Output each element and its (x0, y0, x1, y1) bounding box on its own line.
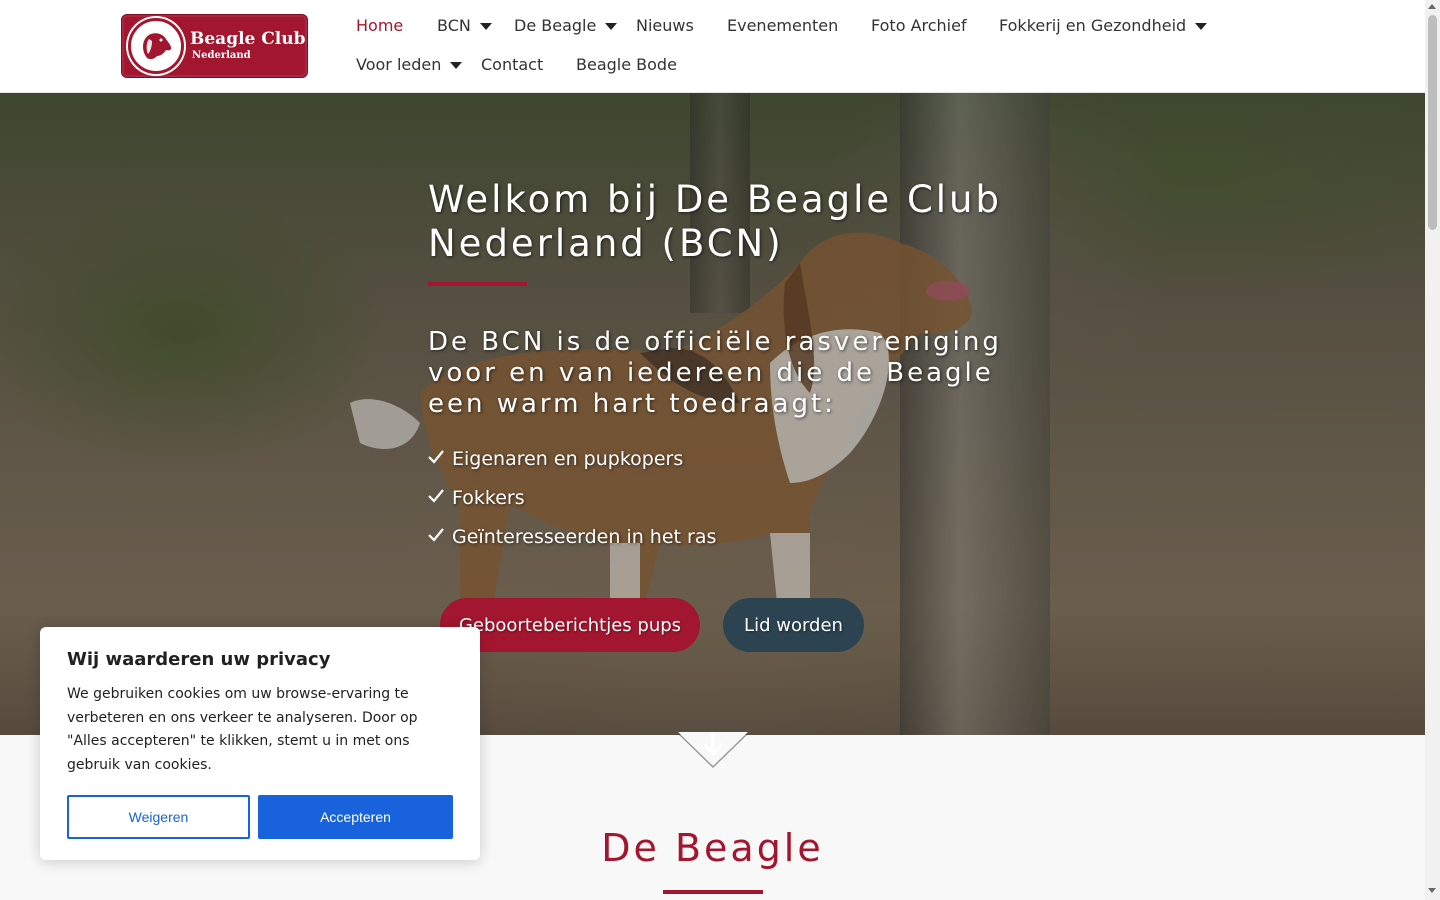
check-icon (428, 450, 444, 464)
chevron-down-icon (450, 62, 463, 69)
chevron-down-icon (1195, 23, 1208, 30)
hero-list: Eigenaren en pupkopers Fokkers Geïnteres… (428, 448, 716, 565)
page-scrollbar[interactable] (1425, 0, 1440, 900)
nav-de-beagle[interactable]: De Beagle (514, 16, 618, 35)
check-icon (428, 489, 444, 503)
nav-label: Evenementen (727, 16, 839, 35)
list-item: Fokkers (428, 487, 716, 526)
nav-label: Contact (481, 55, 544, 74)
nav-label: Fokkerij en Gezondheid (999, 16, 1187, 35)
check-icon (428, 528, 444, 542)
list-item: Eigenaren en pupkopers (428, 448, 716, 487)
scrollbar-thumb[interactable] (1428, 15, 1437, 230)
nav-label: Beagle Bode (576, 55, 677, 74)
nav-label: Nieuws (636, 16, 694, 35)
nav-bcn[interactable]: BCN (437, 16, 492, 35)
nav-label: Home (356, 16, 404, 35)
hero-title: Welkom bij De Beagle Club Nederland (BCN… (428, 178, 1002, 265)
cookie-consent-dialog: Wij waarderen uw privacy We gebruiken co… (40, 627, 480, 860)
nav-home[interactable]: Home (356, 16, 403, 35)
nav-label: Voor leden (356, 55, 442, 74)
arrow-down-icon[interactable] (678, 718, 748, 770)
cookie-accept-button[interactable]: Accepteren (258, 795, 453, 839)
nav-label: De Beagle (514, 16, 597, 35)
site-logo[interactable]: Beagle Club Nederland (121, 14, 308, 78)
cookie-text: We gebruiken cookies om uw browse-ervari… (67, 686, 418, 773)
list-item-label: Eigenaren en pupkopers (452, 448, 684, 470)
list-item-label: Fokkers (452, 487, 525, 509)
chevron-down-icon (479, 23, 492, 30)
nav-foto-archief[interactable]: Foto Archief (871, 16, 967, 35)
nav-beagle-bode[interactable]: Beagle Bode (576, 55, 677, 74)
scroll-down-icon[interactable] (1428, 888, 1436, 893)
nav-fokkerij[interactable]: Fokkerij en Gezondheid (999, 16, 1208, 35)
hero-subtitle: De BCN is de officiële rasvereniging voo… (428, 327, 1002, 419)
cookie-title: Wij waarderen uw privacy (67, 649, 331, 670)
scroll-up-icon[interactable] (1428, 4, 1436, 9)
nav-evenementen[interactable]: Evenementen (727, 16, 838, 35)
list-item-label: Geïnteresseerden in het ras (452, 526, 717, 548)
list-item: Geïnteresseerden in het ras (428, 526, 716, 565)
become-member-button[interactable]: Lid worden (723, 598, 864, 652)
nav-nieuws[interactable]: Nieuws (636, 16, 694, 35)
nav-label: Foto Archief (871, 16, 967, 35)
logo-title: Beagle Club (190, 29, 306, 49)
nav-voor-leden[interactable]: Voor leden (356, 55, 463, 74)
chevron-down-icon (605, 23, 618, 30)
nav-label: BCN (437, 16, 471, 35)
logo-text: Beagle Club Nederland (190, 31, 306, 61)
nav-contact[interactable]: Contact (481, 55, 543, 74)
section-title-underline (663, 890, 763, 894)
site-header: Beagle Club Nederland Home BCN De Beagle… (0, 0, 1425, 93)
beagle-logo-icon (128, 18, 184, 74)
logo-subtitle: Nederland (192, 50, 251, 61)
hero-title-underline (428, 282, 527, 286)
cookie-reject-button[interactable]: Weigeren (67, 795, 250, 839)
